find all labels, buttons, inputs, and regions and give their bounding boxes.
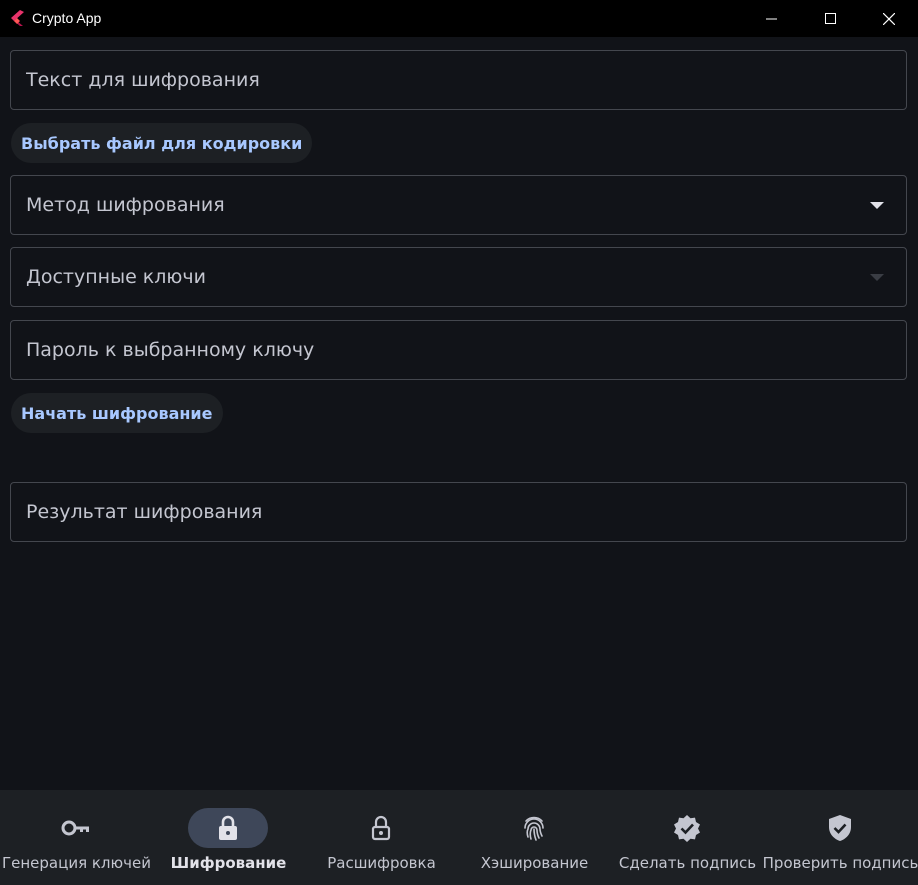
nav-item-verify-signature[interactable]: Проверить подпись bbox=[763, 790, 918, 885]
encryption-result-input[interactable] bbox=[11, 483, 906, 541]
nav-pill bbox=[36, 808, 116, 848]
nav-pill-active bbox=[188, 808, 268, 848]
nav-pill bbox=[494, 808, 574, 848]
available-keys-label: Доступные ключи bbox=[26, 266, 206, 288]
start-encryption-button[interactable]: Начать шифрование bbox=[11, 393, 223, 433]
nav-label: Шифрование bbox=[170, 854, 287, 872]
fingerprint-icon bbox=[524, 816, 544, 841]
verified-badge-icon bbox=[674, 815, 700, 842]
text-to-encrypt-input[interactable] bbox=[11, 51, 906, 109]
shield-check-icon bbox=[829, 815, 851, 841]
minimize-button[interactable] bbox=[742, 0, 800, 37]
encryption-page: Выбрать файл для кодировки Метод шифрова… bbox=[0, 37, 918, 790]
lock-icon bbox=[219, 815, 237, 840]
flutter-logo-icon bbox=[11, 10, 24, 26]
nav-item-make-signature[interactable]: Сделать подпись bbox=[611, 790, 764, 885]
encryption-result-field[interactable] bbox=[10, 482, 907, 542]
key-password-input[interactable] bbox=[11, 321, 906, 379]
close-icon bbox=[883, 12, 895, 25]
choose-file-button-label: Выбрать файл для кодировки bbox=[21, 133, 303, 153]
nav-pill bbox=[341, 808, 421, 848]
bottom-navigation-bar: Генерация ключей Шифрование Расшифровка bbox=[0, 790, 918, 885]
key-password-field[interactable] bbox=[10, 320, 907, 380]
nav-item-encryption[interactable]: Шифрование bbox=[152, 790, 305, 885]
nav-label: Расшифровка bbox=[327, 854, 436, 872]
lock-open-icon bbox=[371, 815, 391, 841]
nav-pill bbox=[647, 808, 727, 848]
title-bar: Crypto App bbox=[0, 0, 918, 37]
nav-item-decryption[interactable]: Расшифровка bbox=[305, 790, 458, 885]
maximize-button[interactable] bbox=[801, 0, 859, 37]
nav-label: Проверить подпись bbox=[762, 854, 918, 872]
nav-pill bbox=[800, 808, 880, 848]
nav-label: Генерация ключей bbox=[2, 854, 151, 872]
close-button[interactable] bbox=[860, 0, 918, 37]
dropdown-arrow-icon bbox=[870, 202, 884, 209]
encryption-method-label: Метод шифрования bbox=[26, 194, 225, 216]
available-keys-dropdown: Доступные ключи bbox=[10, 247, 907, 307]
maximize-icon bbox=[824, 13, 836, 24]
text-to-encrypt-field[interactable] bbox=[10, 50, 907, 110]
key-icon bbox=[61, 820, 89, 836]
minimize-icon bbox=[765, 18, 777, 20]
nav-label: Хэширование bbox=[480, 854, 589, 872]
encryption-method-dropdown[interactable]: Метод шифрования bbox=[10, 175, 907, 235]
nav-item-hashing[interactable]: Хэширование bbox=[458, 790, 611, 885]
choose-file-button[interactable]: Выбрать файл для кодировки bbox=[11, 123, 313, 163]
window-title: Crypto App bbox=[32, 10, 102, 26]
start-encryption-button-label: Начать шифрование bbox=[21, 403, 213, 423]
nav-label: Сделать подпись bbox=[618, 854, 757, 872]
dropdown-arrow-icon bbox=[870, 274, 884, 281]
nav-item-key-generation[interactable]: Генерация ключей bbox=[0, 790, 153, 885]
